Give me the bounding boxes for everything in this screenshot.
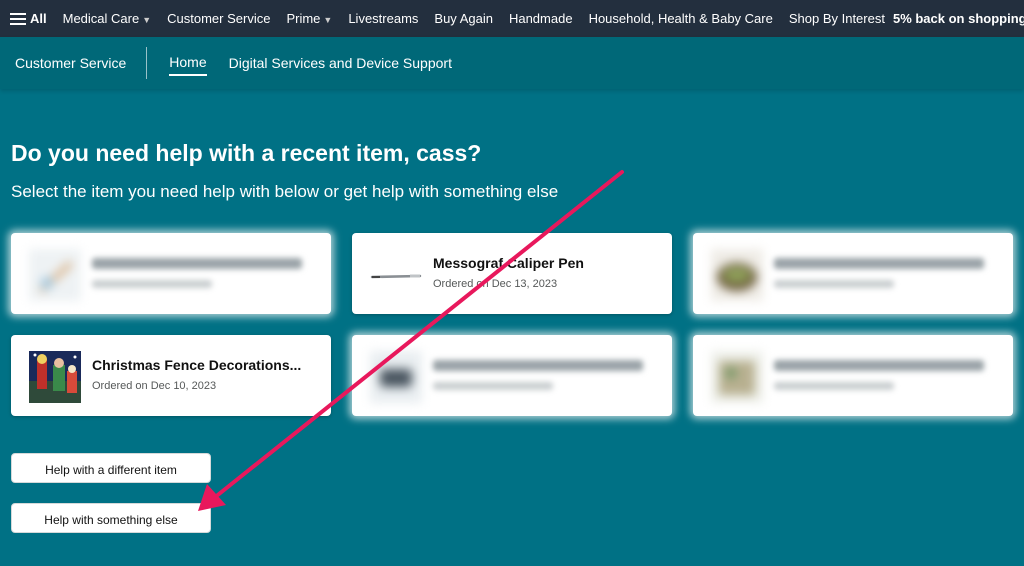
nav-item-livestreams[interactable]: Livestreams: [340, 11, 426, 26]
christmas-decoration-thumbnail: [29, 351, 81, 403]
nav-item-label: Customer Service: [167, 11, 271, 26]
all-menu-button[interactable]: All: [0, 11, 55, 26]
page-subheading: Select the item you need help with below…: [11, 182, 559, 201]
order-item-card[interactable]: [693, 335, 1013, 416]
nav-item-label: Buy Again: [434, 11, 493, 26]
promo-link[interactable]: 5% back on shopping: [893, 11, 1024, 26]
product-title: Messograf Caliper Pen: [433, 255, 584, 271]
nav-item-household-health-baby-care[interactable]: Household, Health & Baby Care: [581, 11, 781, 26]
order-item-card[interactable]: [352, 335, 672, 416]
order-item-card[interactable]: Messograf Caliper Pen Ordered on Dec 13,…: [352, 233, 672, 314]
product-thumbnail: [29, 249, 81, 301]
customer-service-subnav: Customer Service Home Digital Services a…: [0, 37, 1024, 89]
help-something-else-button[interactable]: Help with something else: [11, 503, 211, 533]
order-item-card[interactable]: [11, 233, 331, 314]
nav-item-customer-service[interactable]: Customer Service: [159, 11, 278, 26]
nav-item-label: Livestreams: [348, 11, 419, 26]
hamburger-menu-icon: [10, 12, 26, 25]
top-navigation-bar: All Medical Care ▼ Customer Service Prime…: [0, 0, 1024, 37]
all-menu-label: All: [30, 11, 47, 26]
product-title: Christmas Fence Decorations...: [92, 357, 302, 373]
nav-item-label: Prime: [286, 11, 321, 26]
page-heading: Do you need help with a recent item, cas…: [11, 140, 482, 166]
order-date: Ordered on Dec 13, 2023: [433, 278, 558, 290]
product-thumbnail: [370, 351, 422, 403]
tab-home[interactable]: Home: [169, 52, 207, 76]
order-date: Ordered on Dec 10, 2023: [92, 380, 217, 392]
nav-item-label: Household, Health & Baby Care: [588, 11, 773, 26]
pen-thumbnail: [370, 249, 422, 301]
product-thumbnail: [711, 351, 763, 403]
customer-service-brand[interactable]: Customer Service: [0, 47, 148, 79]
nav-item-label: Medical Care: [62, 11, 140, 26]
nav-item-label: Shop By Interest: [788, 11, 885, 26]
nav-item-medical-care[interactable]: Medical Care ▼: [55, 11, 160, 26]
order-item-card[interactable]: Christmas Fence Decorations... Ordered o…: [11, 335, 331, 416]
caret-down-icon: ▼: [323, 15, 333, 25]
nav-item-label: Handmade: [508, 11, 573, 26]
nav-item-buy-again[interactable]: Buy Again: [426, 11, 501, 26]
nav-item-handmade[interactable]: Handmade: [501, 11, 581, 26]
tab-digital-services[interactable]: Digital Services and Device Support: [229, 53, 452, 73]
help-different-item-button[interactable]: Help with a different item: [11, 453, 211, 483]
nav-item-shop-by-interest[interactable]: Shop By Interest: [781, 11, 893, 26]
nav-item-prime[interactable]: Prime ▼: [278, 11, 340, 26]
order-item-card[interactable]: [693, 233, 1013, 314]
product-thumbnail: [711, 249, 763, 301]
caret-down-icon: ▼: [142, 15, 152, 25]
